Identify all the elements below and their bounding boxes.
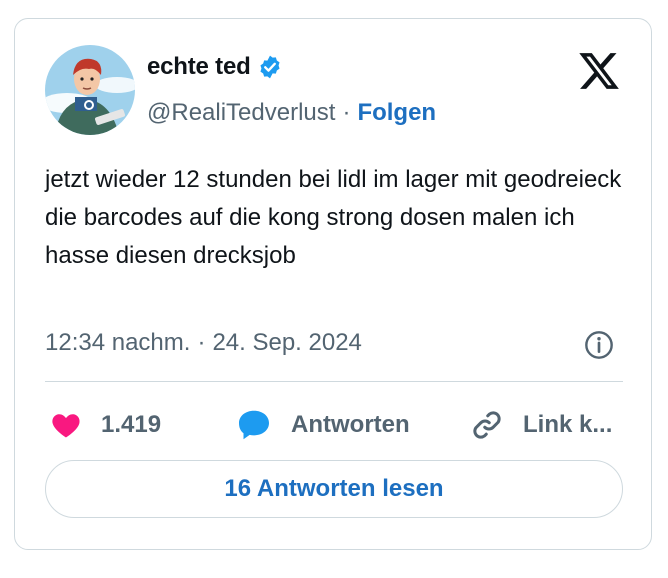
meta-separator: · (197, 329, 206, 356)
author-display-name[interactable]: echte ted (147, 53, 251, 81)
action-bar: 1.419 Antworten Link k... (45, 403, 635, 447)
like-count: 1.419 (101, 411, 162, 438)
heart-icon (52, 414, 80, 438)
info-icon[interactable] (583, 329, 615, 361)
divider (45, 381, 623, 382)
author-handle[interactable]: @RealiTedverlust (147, 99, 335, 127)
copy-link-button[interactable]: Link k... (469, 403, 612, 447)
separator-dot: · (342, 99, 351, 126)
x-logo-icon[interactable] (575, 49, 623, 93)
link-icon (473, 411, 501, 439)
tweet-date[interactable]: 24. Sep. 2024 (212, 329, 361, 357)
avatar[interactable] (45, 45, 135, 135)
copy-link-label: Link k... (523, 411, 613, 438)
reply-label: Antworten (291, 411, 410, 438)
like-button[interactable]: 1.419 (49, 403, 161, 447)
speech-bubble-icon (239, 410, 269, 440)
read-replies-label: 16 Antworten lesen (224, 475, 444, 502)
tweet-text: jetzt wieder 12 stunden bei lidl im lage… (45, 166, 622, 269)
avatar-image (45, 45, 135, 135)
reply-button[interactable]: Antworten (235, 403, 410, 447)
tweet-card: echte ted @RealiTedverlust · Folgen jetz… (14, 18, 652, 550)
verified-badge-icon (260, 55, 280, 79)
tweet-meta: 12:34 nachm. · 24. Sep. 2024 (45, 329, 362, 357)
read-replies-button[interactable]: 16 Antworten lesen (45, 460, 623, 518)
follow-button[interactable]: Folgen (357, 99, 436, 127)
author-handle-row: @RealiTedverlust · Folgen (147, 99, 436, 127)
tweet-time[interactable]: 12:34 nachm. (45, 329, 190, 357)
author-name-row: echte ted (147, 53, 283, 81)
